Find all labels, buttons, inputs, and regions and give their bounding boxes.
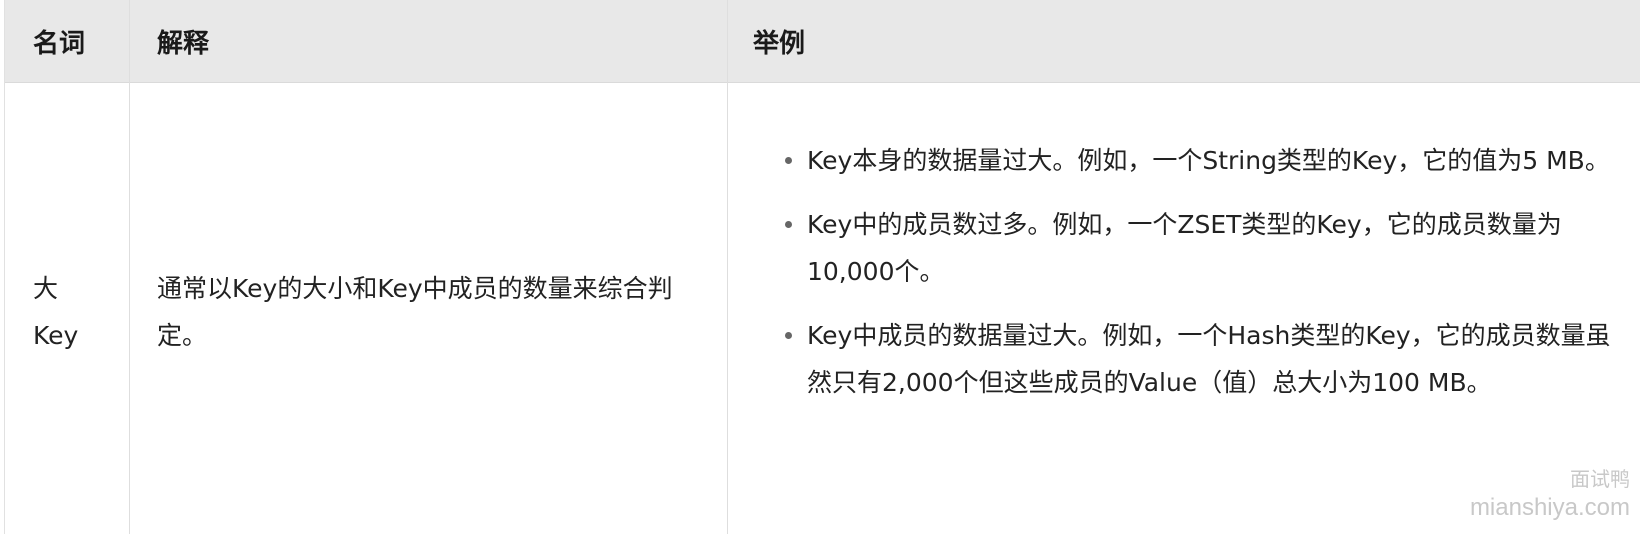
- example-list: Key本身的数据量过大。例如，一个String类型的Key，它的值为5 MB。 …: [771, 137, 1616, 423]
- bullet-icon: [785, 332, 792, 339]
- watermark: 面试鸭 mianshiya.com: [1470, 467, 1630, 523]
- example-text: Key中成员的数据量过大。例如，一个Hash类型的Key，它的成员数量虽然只有2…: [807, 321, 1611, 397]
- list-item: Key中的成员数过多。例如，一个ZSET类型的Key，它的成员数量为10,000…: [771, 201, 1616, 295]
- term-text: Key: [33, 321, 79, 350]
- column-divider: [727, 0, 728, 534]
- term-cell: 大 Key: [33, 265, 113, 359]
- header-explanation: 解释: [157, 28, 210, 59]
- list-item: Key中成员的数据量过大。例如，一个Hash类型的Key，它的成员数量虽然只有2…: [771, 312, 1616, 406]
- watermark-brand: 面试鸭: [1570, 469, 1630, 491]
- bullet-icon: [785, 157, 792, 164]
- watermark-url: mianshiya.com: [1469, 494, 1630, 521]
- column-divider: [129, 0, 130, 534]
- header-example: 举例: [753, 28, 806, 59]
- example-text: Key本身的数据量过大。例如，一个String类型的Key，它的值为5 MB。: [807, 146, 1610, 175]
- explanation-cell: 通常以Key的大小和Key中成员的数量来综合判定。: [157, 274, 673, 350]
- header-term: 名词: [33, 28, 86, 59]
- term-text: 大: [33, 274, 59, 303]
- table-header: 名词 解释 举例: [5, 0, 1640, 83]
- example-text: Key中的成员数过多。例如，一个ZSET类型的Key，它的成员数量为10,000…: [807, 210, 1562, 286]
- definition-table: 名词 解释 举例 大 Key 通常以Key的大小和Key中成员的数量来综合判定。…: [4, 0, 1640, 534]
- list-item: Key本身的数据量过大。例如，一个String类型的Key，它的值为5 MB。: [771, 137, 1616, 184]
- bullet-icon: [785, 221, 792, 228]
